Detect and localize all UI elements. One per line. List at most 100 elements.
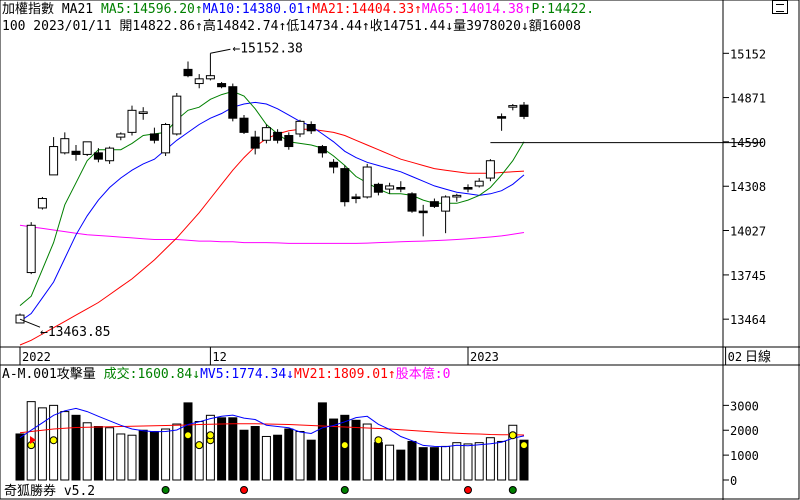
time-label-1: 12 [212, 350, 226, 364]
layout-toggle-button[interactable] [772, 0, 788, 14]
volume-bar-15 [183, 402, 193, 481]
chart-canvas[interactable]: 加權指數 MA21 MA5:14596.20↑MA10:14380.01↑MA2… [0, 0, 800, 500]
volume-marker-8 [508, 431, 517, 440]
candle-20 [239, 115, 249, 134]
volume-bar-7 [93, 426, 103, 481]
candle-body-20 [239, 117, 249, 133]
candle-body-23 [273, 131, 283, 141]
candle-29 [340, 165, 350, 207]
volume-tick-label-3: 0 [730, 474, 737, 488]
volume-bar-17 [205, 414, 215, 481]
candle-body-36 [418, 210, 428, 214]
candle-44 [508, 104, 518, 111]
candle-body-16 [194, 78, 204, 85]
candle-body-18 [217, 83, 227, 88]
volume-bar-36 [418, 447, 428, 481]
candle-9 [116, 132, 126, 141]
header-line-1-seg-5: P:14422. [531, 2, 594, 17]
header-line-1: 加權指數 MA21 MA5:14596.20↑MA10:14380.01↑MA2… [2, 2, 594, 17]
time-label-3: 02 [728, 350, 742, 364]
header-line-1-seg-1: MA5:14596.20↑ [101, 2, 203, 17]
volume-bar-24 [284, 428, 294, 481]
candle-body-5 [71, 150, 81, 155]
volume-bar-23 [273, 434, 283, 481]
volume-bar-33 [385, 444, 395, 481]
candle-4 [60, 132, 70, 155]
candle-body-12 [149, 133, 159, 141]
bottom-marker-3 [464, 486, 472, 494]
candle-13 [161, 122, 171, 156]
candle-body-4 [60, 138, 70, 154]
volume-bar-10 [127, 434, 137, 481]
candle-14 [172, 93, 182, 136]
candle-body-21 [250, 136, 260, 149]
candle-body-39 [452, 194, 462, 198]
candle-body-8 [105, 147, 115, 162]
volume-bar-13 [161, 428, 171, 481]
header-line-1-seg-3: MA21:14404.33↑ [312, 2, 422, 17]
price-tick-label-6: 13464 [730, 313, 766, 327]
candle-body-9 [116, 133, 126, 138]
volume-bar-21 [250, 426, 260, 481]
candle-12 [149, 127, 159, 144]
candle-17 [205, 53, 215, 81]
price-tick-label-4: 14027 [730, 224, 766, 238]
ma21-line [19, 128, 525, 346]
time-axis: 2022 12 2023 02 [19, 347, 742, 365]
candle-body-31 [362, 166, 372, 198]
volume-bar-35 [407, 440, 417, 481]
candle-body-10 [127, 109, 137, 133]
volume-bar-39 [452, 442, 462, 481]
candle-body-2 [37, 198, 47, 209]
candle-body-28 [329, 161, 339, 168]
candle-body-7 [93, 152, 103, 160]
candle-41 [474, 178, 484, 188]
candle-body-45 [519, 104, 529, 117]
candle-8 [105, 146, 115, 164]
volume-bar-8 [105, 427, 115, 481]
candle-body-15 [183, 68, 193, 77]
volume-bar-16 [194, 421, 204, 481]
candle-body-32 [373, 183, 383, 193]
price-tick-label-1: 14871 [730, 92, 766, 106]
candle-28 [329, 159, 339, 174]
candle-body-41 [474, 180, 484, 187]
candle-body-26 [306, 124, 316, 132]
volume-bar-40 [463, 443, 473, 481]
header-line-2-seg-0: 100 2023/01/11 開14822.86↑高14842.74↑低1473… [2, 18, 581, 34]
candle-2 [37, 196, 47, 210]
candle-body-38 [441, 196, 451, 212]
volume-bar-37 [429, 447, 439, 481]
volume-marker-5 [206, 431, 215, 440]
volume-header-line-seg-3: MV21:1809.01↑ [294, 367, 396, 382]
candle-body-17 [205, 75, 215, 80]
period-label[interactable]: 日線 [745, 349, 771, 365]
candle-body-30 [351, 196, 361, 200]
volume-bar-41 [474, 442, 484, 481]
time-label-0: 2022 [22, 350, 51, 364]
candles [15, 53, 529, 324]
volume-bar-20 [239, 429, 249, 481]
volume-bar-2 [37, 407, 47, 481]
volume-bar-38 [441, 445, 451, 481]
volume-bar-6 [82, 422, 92, 481]
candle-body-29 [340, 168, 350, 203]
volume-bar-43 [497, 440, 507, 481]
volume-bar-14 [172, 423, 182, 481]
candle-6 [82, 141, 92, 156]
candle-body-1 [26, 224, 36, 274]
ma65-line [19, 224, 525, 244]
bottom-marker-1 [240, 486, 248, 494]
volume-bar-27 [317, 402, 327, 481]
stock-chart-window: 加權指數 MA21 MA5:14596.20↑MA10:14380.01↑MA2… [0, 0, 800, 500]
candle-body-34 [396, 187, 406, 190]
candle-45 [519, 102, 529, 120]
candle-body-22 [261, 127, 271, 141]
candle-25 [295, 119, 305, 138]
moving-average-lines [19, 90, 525, 346]
candle-body-43 [497, 116, 507, 119]
candle-31 [362, 163, 372, 199]
candle-7 [93, 148, 103, 163]
header-line-1-seg-2: MA10:14380.01↑ [203, 2, 313, 17]
volume-bar-22 [261, 435, 271, 481]
